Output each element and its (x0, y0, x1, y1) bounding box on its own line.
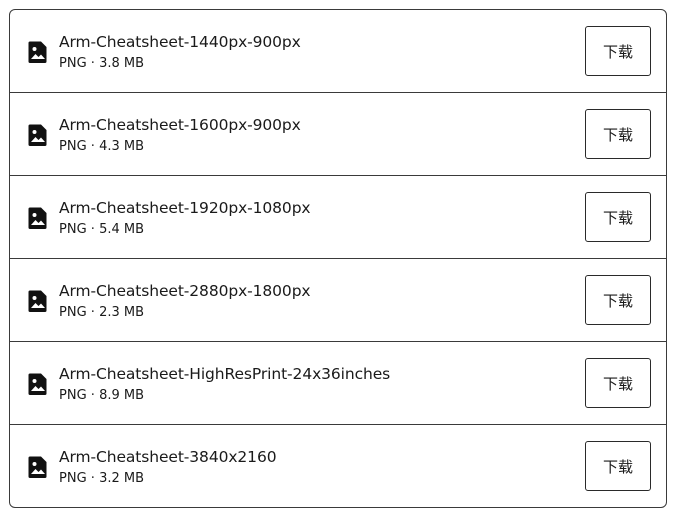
image-file-icon (28, 123, 48, 147)
file-name: Arm-Cheatsheet-1440px-900px (59, 33, 301, 51)
image-file-icon (28, 206, 48, 230)
file-size: 3.8 MB (99, 56, 145, 71)
file-type: PNG (59, 139, 87, 154)
file-type: PNG (59, 388, 87, 403)
file-row: Arm-Cheatsheet-2880px-1800px PNG · 2.3 M… (10, 259, 666, 342)
image-file-icon (28, 40, 48, 64)
meta-separator: · (90, 56, 95, 71)
download-button[interactable]: 下载 (585, 358, 651, 408)
file-name: Arm-Cheatsheet-3840x2160 (59, 448, 277, 466)
file-row: Arm-Cheatsheet-3840x2160 PNG · 3.2 MB 下载 (10, 425, 666, 507)
file-row: Arm-Cheatsheet-1440px-900px PNG · 3.8 MB… (10, 10, 666, 93)
file-size: 5.4 MB (99, 222, 145, 237)
meta-separator: · (90, 471, 95, 486)
image-file-icon (28, 455, 48, 479)
download-button[interactable]: 下载 (585, 441, 651, 491)
file-type: PNG (59, 305, 87, 320)
file-size: 2.3 MB (99, 305, 145, 320)
file-size: 8.9 MB (99, 388, 145, 403)
meta-separator: · (90, 222, 95, 237)
download-button[interactable]: 下载 (585, 192, 651, 242)
file-name: Arm-Cheatsheet-2880px-1800px (59, 282, 311, 300)
file-name: Arm-Cheatsheet-HighResPrint-24x36inches (59, 365, 391, 383)
image-file-icon (28, 289, 48, 313)
file-name: Arm-Cheatsheet-1600px-900px (59, 116, 301, 134)
file-type: PNG (59, 222, 87, 237)
file-type: PNG (59, 471, 87, 486)
file-row: Arm-Cheatsheet-1600px-900px PNG · 4.3 MB… (10, 93, 666, 176)
file-download-list: Arm-Cheatsheet-1440px-900px PNG · 3.8 MB… (9, 9, 667, 508)
download-button[interactable]: 下载 (585, 26, 651, 76)
file-name: Arm-Cheatsheet-1920px-1080px (59, 199, 311, 217)
meta-separator: · (90, 305, 95, 320)
image-file-icon (28, 372, 48, 396)
file-meta: PNG · 4.3 MB (59, 139, 144, 154)
file-row: Arm-Cheatsheet-HighResPrint-24x36inches … (10, 342, 666, 425)
meta-separator: · (90, 388, 95, 403)
file-size: 4.3 MB (99, 139, 145, 154)
file-type: PNG (59, 56, 87, 71)
file-meta: PNG · 5.4 MB (59, 222, 144, 237)
download-button[interactable]: 下载 (585, 109, 651, 159)
file-meta: PNG · 3.8 MB (59, 56, 144, 71)
file-row: Arm-Cheatsheet-1920px-1080px PNG · 5.4 M… (10, 176, 666, 259)
file-meta: PNG · 8.9 MB (59, 388, 144, 403)
meta-separator: · (90, 139, 95, 154)
download-button[interactable]: 下载 (585, 275, 651, 325)
file-size: 3.2 MB (99, 471, 145, 486)
file-meta: PNG · 3.2 MB (59, 471, 144, 486)
file-meta: PNG · 2.3 MB (59, 305, 144, 320)
